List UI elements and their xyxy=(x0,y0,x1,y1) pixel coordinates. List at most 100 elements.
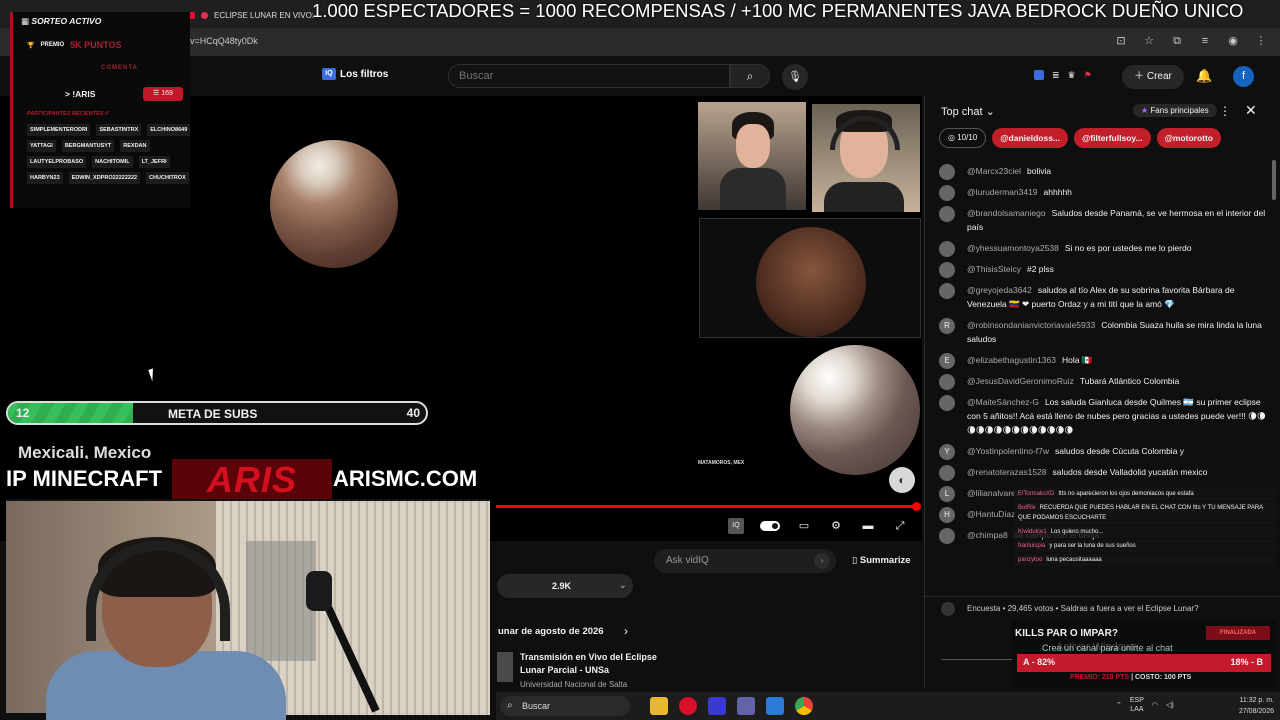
chat-author[interactable]: @HantuDiaz xyxy=(967,509,1015,519)
autoplay-toggle[interactable] xyxy=(760,521,780,531)
settings-gear-icon[interactable]: ⚙ xyxy=(828,518,844,534)
voice-search-button[interactable]: 🎙 xyxy=(782,64,808,90)
dislike-icon[interactable]: ⌄ xyxy=(619,580,627,591)
chat-avatar[interactable]: Y xyxy=(939,444,955,460)
profile-icon[interactable]: ◉ xyxy=(1226,34,1240,48)
recommended-channel[interactable]: Universidad Nacional de Salta xyxy=(520,680,627,689)
chat-message[interactable]: @renatoterazas1528 saludos desde Valladol… xyxy=(939,465,1269,481)
chat-message[interactable]: E @elizabethagustin1363 Hola 🇲🇽 xyxy=(939,353,1269,369)
progress-bar[interactable] xyxy=(496,505,916,508)
chat-message[interactable]: @greyojeda3642 saludos al tío Alex de su … xyxy=(939,283,1269,311)
chat-author[interactable]: @renatoterazas1528 xyxy=(967,467,1047,477)
store-icon[interactable] xyxy=(766,697,784,715)
chat-message[interactable]: Y @Yostinpolentino-f7w saludos desde Cúcut… xyxy=(939,444,1269,460)
chat-mode-dropdown[interactable]: Top chat ⌄ xyxy=(941,105,995,118)
chat-avatar[interactable]: L xyxy=(939,486,955,502)
bookmark-star-icon[interactable]: ☆ xyxy=(1142,34,1156,48)
volume-icon[interactable]: ◁) xyxy=(1166,701,1174,709)
chat-avatar[interactable] xyxy=(939,283,955,299)
chat-author[interactable]: @yhessuamontoya2538 xyxy=(967,243,1059,253)
file-explorer-icon[interactable] xyxy=(650,697,668,715)
wifi-icon[interactable]: ◠ xyxy=(1152,701,1158,709)
chat-message[interactable]: @ThisisSteicy #2 plss xyxy=(939,262,1269,278)
chat-author[interactable]: @lilianalvarez xyxy=(967,488,1020,498)
chat-author[interactable]: @MaiteSánchez-G xyxy=(967,397,1039,407)
like-dislike-pill[interactable]: 2.9K ⌄ xyxy=(497,574,633,598)
chat-message[interactable]: @luruderman3419 ahhhhh xyxy=(939,185,1269,201)
language-indicator[interactable]: ESP LAA xyxy=(1130,696,1144,714)
next-arrow-icon[interactable]: › xyxy=(624,624,628,638)
extensions-icon[interactable]: ⧉ xyxy=(1170,34,1184,48)
super-chat-chip[interactable]: @motorotto xyxy=(1156,128,1221,148)
chat-author[interactable]: @elizabethagustin1363 xyxy=(967,355,1056,365)
chat-avatar[interactable] xyxy=(939,374,955,390)
copilot-icon[interactable] xyxy=(708,697,726,715)
teams-icon[interactable] xyxy=(737,697,755,715)
chat-author[interactable]: @luruderman3419 xyxy=(967,187,1038,197)
top-fans-button[interactable]: ★ Fans principales xyxy=(1133,104,1217,117)
recommended-thumbnail[interactable] xyxy=(497,652,513,682)
browser-tab[interactable]: ECLIPSE LUNAR EN VIVO: xyxy=(185,4,314,26)
create-button[interactable]: ＋ Crear xyxy=(1122,65,1184,89)
chat-author[interactable]: @ThisisSteicy xyxy=(967,264,1021,274)
vidiq-player-icon[interactable]: IQ xyxy=(728,518,744,534)
chat-avatar[interactable] xyxy=(939,206,955,222)
chrome-icon[interactable] xyxy=(795,697,813,715)
recommended-title[interactable]: Transmisión en Vivo del Eclipse Lunar Pa… xyxy=(520,651,660,677)
chat-author[interactable]: @brandolsamaniego xyxy=(967,208,1046,218)
chat-avatar[interactable] xyxy=(939,241,955,257)
chat-message[interactable]: @MaiteSánchez-G Los saluda Gianluca desde… xyxy=(939,395,1269,437)
taskbar-clock[interactable]: 11:32 p. m. 27/08/2026 xyxy=(1224,695,1274,717)
trophy-icon[interactable]: ♛ xyxy=(1068,70,1076,81)
chat-author[interactable]: @JesusDavidGeronimoRuiz xyxy=(967,376,1074,386)
chat-author[interactable]: @Yostinpolentino-f7w xyxy=(967,446,1049,456)
chat-message[interactable]: @JesusDavidGeronimoRuiz Tubará Atlántico … xyxy=(939,374,1269,390)
chat-author[interactable]: @Marcx23ciel xyxy=(967,166,1021,176)
search-input[interactable] xyxy=(449,65,729,87)
theater-mode-icon[interactable]: ▬ xyxy=(860,518,876,534)
ambient-button[interactable]: ◐ xyxy=(889,467,915,493)
summarize-button[interactable]: ▯ Summarize xyxy=(852,555,911,566)
search-box[interactable] xyxy=(448,64,730,88)
notifications-bell-icon[interactable]: 🔔 xyxy=(1196,68,1212,84)
bars-icon[interactable]: ≣ xyxy=(1052,70,1060,81)
chat-author[interactable]: @greyojeda3642 xyxy=(967,285,1032,295)
fullscreen-icon[interactable]: ⤢ xyxy=(892,518,908,534)
search-button[interactable]: ⌕ xyxy=(730,64,770,88)
chat-author[interactable]: @chimpa8 xyxy=(967,530,1008,540)
chat-avatar[interactable] xyxy=(939,164,955,180)
progress-handle[interactable] xyxy=(912,502,921,511)
url-text[interactable]: v=HCqQ48ty0Dk xyxy=(190,36,258,46)
alert-icon[interactable]: ⚑ xyxy=(1084,70,1092,81)
chat-author[interactable]: @robinsondanianvictoriavale5933 xyxy=(967,320,1095,330)
chat-avatar[interactable] xyxy=(939,262,955,278)
chat-avatar[interactable] xyxy=(939,465,955,481)
chat-avatar[interactable]: H xyxy=(939,507,955,523)
super-chat-chip[interactable]: @filterfullsoy... xyxy=(1074,128,1151,148)
menu-icon[interactable]: ⋮ xyxy=(1254,34,1268,48)
close-chat-icon[interactable]: ✕ xyxy=(1245,102,1257,119)
filters-button[interactable]: IQ Los filtros xyxy=(322,68,388,80)
chat-avatar[interactable] xyxy=(939,395,955,411)
chat-avatar[interactable]: R xyxy=(939,318,955,334)
poll-banner[interactable]: Encuesta • 29,465 votos • Saldras a fuer… xyxy=(925,596,1280,620)
vidiq-badge-icon[interactable] xyxy=(1034,70,1044,80)
chat-message[interactable]: @yhessuamontoya2538 Si no es por ustedes … xyxy=(939,241,1269,257)
chat-scrollbar[interactable] xyxy=(1272,160,1276,200)
chat-avatar[interactable] xyxy=(939,528,955,544)
reading-list-icon[interactable]: ≡ xyxy=(1198,34,1212,48)
account-avatar[interactable]: f xyxy=(1233,66,1254,87)
send-arrow-icon[interactable]: › xyxy=(814,553,830,569)
chat-more-icon[interactable]: ⋮ xyxy=(1219,104,1231,118)
chat-message[interactable]: @brandolsamaniego Saludos desde Panamá, s… xyxy=(939,206,1269,234)
address-bar[interactable]: v=HCqQ48ty0Dk ⊡ ☆ ⧉ ≡ ◉ ⋮ xyxy=(0,28,1280,56)
taskbar-search[interactable]: Buscar xyxy=(500,696,630,716)
chevron-up-icon[interactable]: ⌃ xyxy=(1116,701,1122,709)
install-icon[interactable]: ⊡ xyxy=(1114,34,1128,48)
chat-avatar[interactable] xyxy=(939,185,955,201)
super-chat-chip[interactable]: @danieldoss... xyxy=(992,128,1069,148)
chat-message[interactable]: @Marcx23ciel bolivia xyxy=(939,164,1269,180)
chat-avatar[interactable]: E xyxy=(939,353,955,369)
super-count-chip[interactable]: ◎ 10/10 xyxy=(939,128,987,148)
opera-icon[interactable] xyxy=(679,697,697,715)
